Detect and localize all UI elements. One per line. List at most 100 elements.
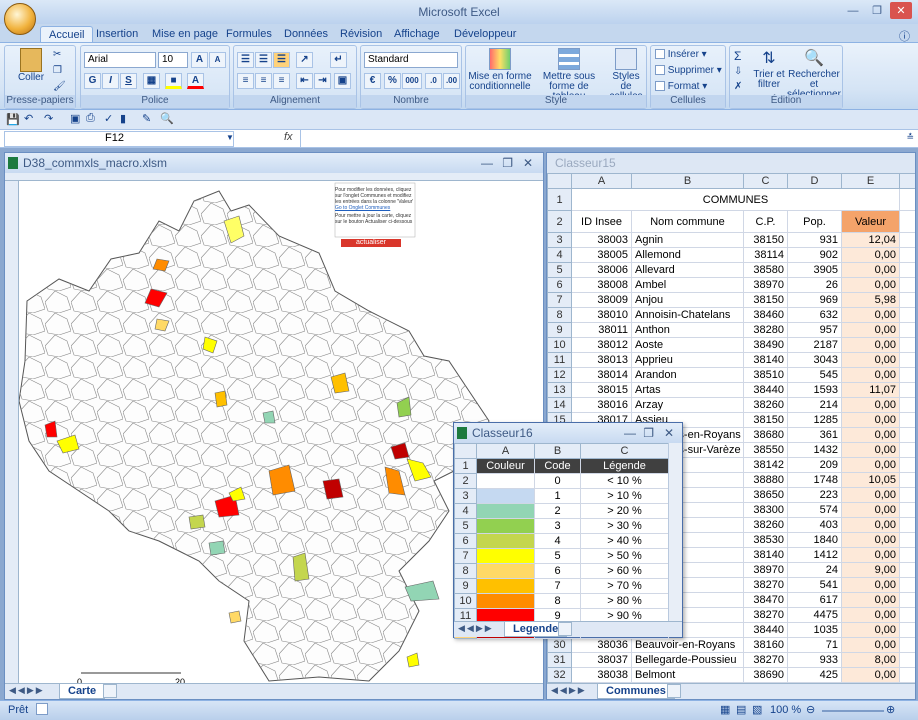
actualiser-button-label[interactable]: actualiser bbox=[341, 239, 401, 247]
italic-button[interactable]: I bbox=[102, 73, 119, 89]
cell-pop[interactable]: 209 bbox=[787, 457, 842, 473]
cell[interactable] bbox=[899, 637, 915, 653]
spelling-icon[interactable]: ✓ bbox=[104, 112, 113, 125]
cell-cp[interactable]: 38510 bbox=[743, 367, 788, 383]
commune-shape[interactable] bbox=[406, 652, 420, 668]
zoom-out-icon[interactable]: ⊖ bbox=[806, 703, 815, 716]
cell-pop[interactable]: 541 bbox=[787, 577, 842, 593]
legend-label[interactable]: > 80 % bbox=[580, 593, 669, 609]
formula-input[interactable] bbox=[300, 130, 902, 147]
cell-cp[interactable]: 38150 bbox=[743, 292, 788, 308]
close-icon[interactable]: ✕ bbox=[664, 426, 674, 440]
cell-valeur[interactable]: 0,00 bbox=[841, 637, 900, 653]
cell-id-insee[interactable]: 38016 bbox=[571, 397, 632, 413]
zoom-slider[interactable] bbox=[822, 710, 884, 712]
vertical-scrollbar[interactable] bbox=[668, 443, 682, 623]
cell-id-insee[interactable]: 38006 bbox=[571, 262, 632, 278]
format-painter-icon[interactable]: 🖌 bbox=[53, 81, 66, 92]
macro-record-icon[interactable] bbox=[36, 703, 48, 715]
cell[interactable] bbox=[899, 397, 915, 413]
cell-pop[interactable]: 223 bbox=[787, 487, 842, 503]
sort-filter-button[interactable]: ⇅ Trier et filtrer bbox=[752, 48, 786, 90]
office-button[interactable] bbox=[4, 3, 36, 35]
column-header[interactable] bbox=[899, 173, 915, 189]
cell[interactable] bbox=[899, 337, 915, 353]
cell-valeur[interactable]: 12,04 bbox=[841, 232, 900, 248]
cell-pop[interactable]: 933 bbox=[787, 652, 842, 668]
close-icon[interactable]: ✕ bbox=[523, 156, 533, 170]
close-icon[interactable]: ✕ bbox=[890, 2, 912, 19]
cell[interactable] bbox=[899, 322, 915, 338]
cell-valeur[interactable]: 0,00 bbox=[841, 577, 900, 593]
cell-valeur[interactable]: 5,98 bbox=[841, 292, 900, 308]
wrap-text-icon[interactable]: ↵ bbox=[330, 52, 347, 68]
header-valeur[interactable]: Valeur bbox=[841, 210, 900, 233]
cell-cp[interactable]: 38880 bbox=[743, 472, 788, 488]
name-box[interactable]: F12 bbox=[4, 131, 234, 147]
cell-nom-commune[interactable]: Anjou bbox=[631, 292, 744, 308]
sheet-nav-icon[interactable]: ◀◀▶▶ bbox=[9, 685, 45, 696]
cell-pop[interactable]: 969 bbox=[787, 292, 842, 308]
cell[interactable] bbox=[899, 667, 915, 683]
cell-pop[interactable]: 957 bbox=[787, 322, 842, 338]
cell[interactable] bbox=[899, 502, 915, 518]
commune-shape[interactable] bbox=[188, 514, 206, 530]
cell-nom-commune[interactable]: Bellegarde-Poussieu bbox=[631, 652, 744, 668]
cell-pop[interactable]: 931 bbox=[787, 232, 842, 248]
row-header[interactable]: 2 bbox=[547, 210, 572, 233]
autosum-icon[interactable]: Σ bbox=[734, 49, 741, 63]
cell-pop[interactable]: 425 bbox=[787, 667, 842, 683]
color-swatch[interactable] bbox=[476, 548, 535, 564]
bold-button[interactable]: G bbox=[84, 73, 101, 89]
cell-pop[interactable]: 361 bbox=[787, 427, 842, 443]
decrease-indent-icon[interactable]: ⇤ bbox=[296, 73, 313, 89]
align-top-icon[interactable]: ☰ bbox=[237, 52, 254, 68]
edit-icon[interactable]: ✎ bbox=[142, 112, 151, 125]
cell-pop[interactable]: 3043 bbox=[787, 352, 842, 368]
cell-id-insee[interactable]: 38005 bbox=[571, 247, 632, 263]
fill-icon[interactable]: ⇩ bbox=[734, 66, 742, 77]
legend-code[interactable]: 3 bbox=[534, 518, 581, 534]
header-code[interactable]: Code bbox=[534, 458, 581, 474]
font-name-select[interactable]: Arial bbox=[84, 52, 156, 68]
cell-id-insee[interactable]: 38037 bbox=[571, 652, 632, 668]
cell-valeur[interactable]: 0,00 bbox=[841, 667, 900, 683]
column-header[interactable]: C bbox=[743, 173, 788, 189]
cell-valeur[interactable]: 0,00 bbox=[841, 262, 900, 278]
row-header[interactable]: 14 bbox=[547, 397, 572, 413]
align-left-icon[interactable]: ≡ bbox=[237, 73, 254, 89]
cell-valeur[interactable]: 0,00 bbox=[841, 547, 900, 563]
redo-icon[interactable]: ↷ bbox=[44, 112, 53, 125]
thousands-button[interactable]: 000 bbox=[402, 73, 422, 89]
decrease-decimal-icon[interactable]: .00 bbox=[443, 73, 460, 89]
cell-valeur[interactable]: 0,00 bbox=[841, 307, 900, 323]
cell-valeur[interactable]: 0,00 bbox=[841, 502, 900, 518]
cell-pop[interactable]: 71 bbox=[787, 637, 842, 653]
legend-label[interactable]: > 50 % bbox=[580, 548, 669, 564]
row-header[interactable]: 4 bbox=[547, 247, 572, 263]
cell-id-insee[interactable]: 38010 bbox=[571, 307, 632, 323]
row-header[interactable]: 13 bbox=[547, 382, 572, 398]
legend-code[interactable]: 6 bbox=[534, 563, 581, 579]
cell-cp[interactable]: 38280 bbox=[743, 322, 788, 338]
cell-pop[interactable]: 2187 bbox=[787, 337, 842, 353]
zoom-in-icon[interactable]: ⊕ bbox=[886, 703, 895, 716]
function-icon[interactable]: fx bbox=[284, 131, 293, 143]
cell-nom-commune[interactable]: Arzay bbox=[631, 397, 744, 413]
row-header[interactable]: 11 bbox=[547, 352, 572, 368]
row-header[interactable]: 2 bbox=[454, 473, 477, 489]
format-button[interactable]: Format ▾ bbox=[655, 81, 707, 92]
orientation-icon[interactable]: ↗ bbox=[296, 52, 313, 68]
new-sheet-icon[interactable] bbox=[103, 684, 117, 698]
currency-icon[interactable]: € bbox=[364, 73, 381, 89]
legend-code[interactable]: 2 bbox=[534, 503, 581, 519]
cell-cp[interactable]: 38260 bbox=[743, 517, 788, 533]
cell-id-insee[interactable]: 38015 bbox=[571, 382, 632, 398]
cell-pop[interactable]: 4475 bbox=[787, 607, 842, 623]
cell[interactable] bbox=[899, 232, 915, 248]
column-header[interactable]: C bbox=[580, 443, 669, 459]
legend-label[interactable]: > 20 % bbox=[580, 503, 669, 519]
column-header[interactable]: B bbox=[534, 443, 581, 459]
cell-cp[interactable]: 38580 bbox=[743, 262, 788, 278]
legend-label[interactable]: > 60 % bbox=[580, 563, 669, 579]
